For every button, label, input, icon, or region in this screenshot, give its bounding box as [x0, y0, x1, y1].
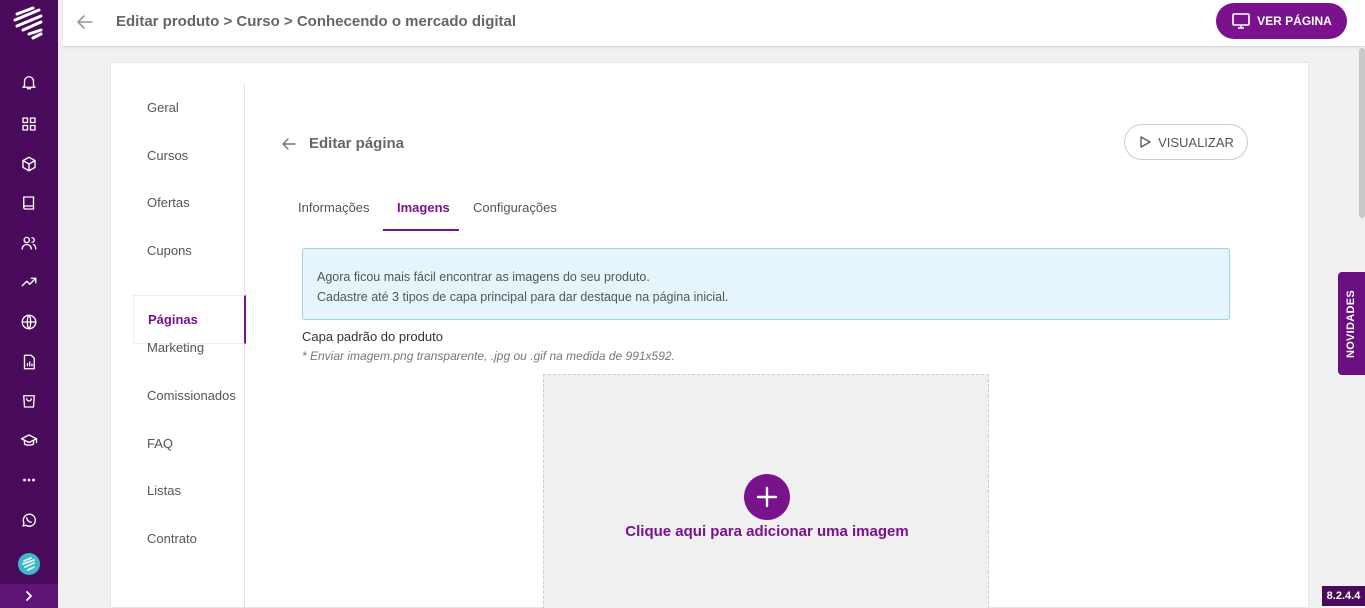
- sidenav-item-paginas-label: Páginas: [148, 312, 198, 327]
- app-logo[interactable]: [0, 0, 58, 48]
- users-icon[interactable]: [19, 233, 39, 253]
- book-icon[interactable]: [19, 193, 39, 213]
- sidenav-item-comissionados[interactable]: Comissionados: [147, 388, 236, 403]
- plus-icon: [756, 486, 778, 508]
- sidenav-item-contrato[interactable]: Contrato: [147, 531, 197, 546]
- novidades-tab[interactable]: NOVIDADES: [1338, 272, 1365, 375]
- sidenav-item-cupons[interactable]: Cupons: [147, 243, 192, 258]
- arrow-left-icon: [77, 15, 93, 29]
- arrow-left-icon[interactable]: [281, 136, 297, 152]
- breadcrumb: Editar produto > Curso > Conhecendo o me…: [116, 13, 517, 30]
- grid-icon[interactable]: [19, 114, 39, 134]
- more-icon[interactable]: [19, 470, 39, 490]
- section-title: Editar página: [309, 135, 405, 152]
- sidenav-item-geral[interactable]: Geral: [147, 100, 179, 115]
- sidenav-item-marketing[interactable]: Marketing: [147, 340, 204, 355]
- sidenav-item-listas[interactable]: Listas: [147, 483, 181, 498]
- image-upload-dropzone[interactable]: Clique aqui para adicionar uma imagem: [543, 374, 989, 608]
- left-rail: [0, 0, 58, 608]
- tab-imagens[interactable]: Imagens: [397, 200, 450, 215]
- whatsapp-icon[interactable]: [19, 510, 39, 530]
- tab-informacoes[interactable]: Informações: [298, 200, 370, 215]
- chevron-right-icon: [26, 591, 33, 601]
- active-tab-indicator: [383, 229, 459, 231]
- play-icon: [1140, 136, 1151, 148]
- add-image-button[interactable]: [744, 474, 790, 520]
- upload-text[interactable]: Clique aqui para adicionar uma imagem: [544, 523, 990, 540]
- version-badge: 8.2.4.4: [1322, 586, 1365, 606]
- monitor-icon: [1232, 13, 1250, 29]
- visualizar-label: VISUALIZAR: [1158, 134, 1234, 150]
- shopping-bag-icon[interactable]: [19, 391, 39, 411]
- expand-rail-button[interactable]: [0, 584, 58, 608]
- sidenav-item-faq[interactable]: FAQ: [147, 436, 173, 451]
- section-header: Editar página: [281, 135, 404, 152]
- page-scrollbar[interactable]: [1359, 48, 1365, 218]
- product-side-nav: Geral Cursos Ofertas Cupons Páginas Mark…: [111, 83, 246, 608]
- cover-label: Capa padrão do produto: [302, 329, 443, 344]
- globe-icon[interactable]: [19, 312, 39, 332]
- sidenav-item-paginas[interactable]: Páginas: [133, 295, 246, 344]
- back-button[interactable]: [75, 12, 95, 32]
- info-line-1: Agora ficou mais fácil encontrar as imag…: [317, 270, 650, 284]
- box-icon[interactable]: [19, 154, 39, 174]
- info-line-2: Cadastre até 3 tipos de capa principal p…: [317, 290, 729, 304]
- top-bar: Editar produto > Curso > Conhecendo o me…: [63, 0, 1365, 47]
- avatar-logo-icon: [22, 557, 35, 571]
- info-alert: Agora ficou mais fácil encontrar as imag…: [302, 248, 1230, 320]
- sidenav-item-ofertas[interactable]: Ofertas: [147, 195, 190, 210]
- cover-hint: * Enviar imagem.png transparente, .jpg o…: [302, 349, 675, 363]
- report-icon[interactable]: [19, 352, 39, 372]
- bell-icon[interactable]: [19, 72, 39, 92]
- sidenav-item-cursos[interactable]: Cursos: [147, 148, 188, 163]
- avatar[interactable]: [18, 553, 40, 575]
- trending-up-icon[interactable]: [19, 272, 39, 292]
- visualizar-button[interactable]: VISUALIZAR: [1124, 124, 1248, 160]
- ver-pagina-label: VER PÁGINA: [1257, 14, 1332, 28]
- main-card: Geral Cursos Ofertas Cupons Páginas Mark…: [110, 62, 1309, 608]
- graduation-cap-icon[interactable]: [19, 431, 39, 451]
- tab-configuracoes[interactable]: Configurações: [473, 200, 557, 215]
- logo-icon: [13, 6, 43, 40]
- novidades-label: NOVIDADES: [1345, 289, 1358, 358]
- ver-pagina-button[interactable]: VER PÁGINA: [1216, 3, 1347, 39]
